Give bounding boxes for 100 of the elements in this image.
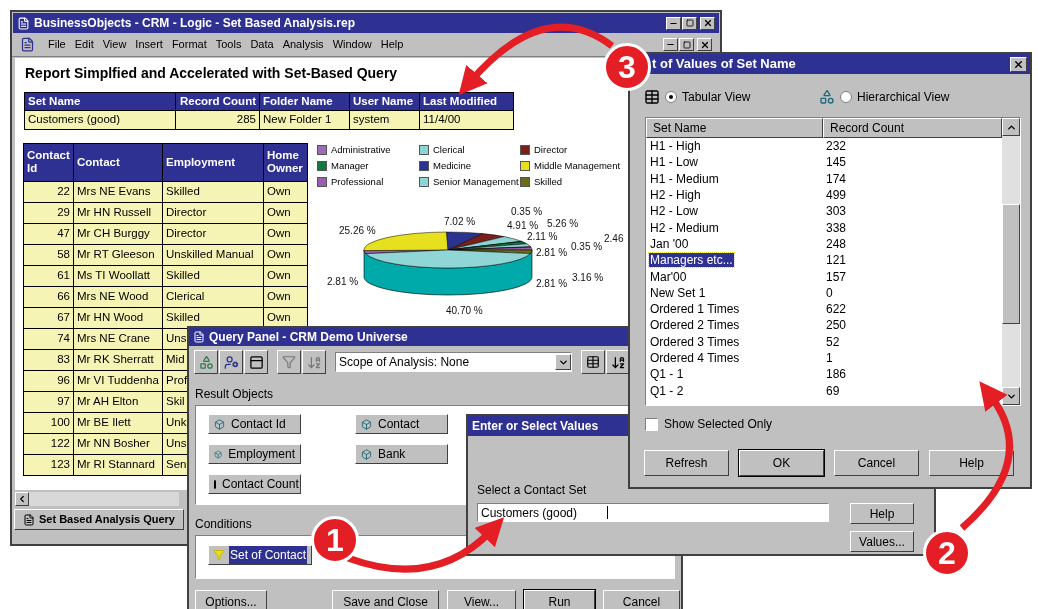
dialog-title: t of Values of Set Name (652, 55, 796, 74)
minimize-button[interactable] (666, 16, 681, 30)
close-button[interactable] (700, 16, 715, 30)
document-icon[interactable] (20, 37, 35, 52)
menu-item[interactable]: Analysis (282, 36, 324, 53)
list-row[interactable]: Mar'00 157 (646, 268, 1002, 285)
column-header: Record Count (175, 92, 260, 111)
result-object[interactable]: Employment (208, 444, 301, 464)
legend-label: Medicine (433, 158, 472, 173)
dialog-button[interactable]: Cancel (834, 450, 919, 476)
scroll-left-button[interactable] (15, 492, 29, 506)
list-row[interactable]: Ordered 3 Times 52 (646, 333, 1002, 350)
toolbar-button[interactable] (606, 350, 630, 374)
list-row[interactable]: H1 - High 232 (646, 138, 1002, 155)
toolbar-button[interactable] (277, 350, 301, 374)
toolbar-button[interactable] (244, 350, 268, 374)
percent-label: 2.81 % (536, 277, 568, 289)
table-cell: Director (166, 205, 207, 218)
dialog-button[interactable]: Options... (195, 590, 267, 609)
scroll-up-button[interactable] (1002, 118, 1020, 136)
column-header: Set Name (24, 92, 176, 111)
legend-label: Administrative (331, 142, 391, 157)
table-cell: Sen (166, 457, 187, 470)
app-icon (193, 331, 205, 343)
menu-item[interactable]: View (102, 36, 127, 53)
dialog-button[interactable]: View... (447, 590, 516, 609)
table-cell: 122 (50, 436, 70, 449)
column-header[interactable]: Set Name (646, 118, 823, 138)
result-object[interactable]: Contact Id (208, 414, 301, 434)
dialog-button[interactable]: Values... (850, 531, 914, 552)
list-row[interactable]: H2 - High 499 (646, 186, 1002, 204)
column-header[interactable]: Record Count (823, 118, 1002, 138)
checkbox-label[interactable]: Show Selected Only (664, 415, 773, 433)
close-button[interactable] (1010, 56, 1027, 72)
list-row[interactable]: H2 - Low 303 (646, 203, 1002, 220)
menu-item[interactable]: Insert (135, 36, 163, 53)
legend-label: Skilled (534, 174, 562, 189)
scope-dropdown[interactable]: Scope of Analysis: None (335, 352, 572, 372)
scroll-thumb[interactable] (1002, 204, 1020, 324)
menu-item[interactable]: Data (250, 36, 274, 53)
sort-icon (306, 354, 322, 370)
menu-item[interactable]: Help (380, 36, 404, 53)
table-cell: 74 (57, 331, 70, 344)
toolbar-button[interactable] (581, 350, 605, 374)
dialog-button[interactable]: Help (929, 450, 1014, 476)
list-row[interactable]: New Set 1 0 (646, 284, 1002, 301)
minimize-button[interactable] (663, 38, 678, 51)
list-row[interactable]: Ordered 4 Times 1 (646, 349, 1002, 367)
dialog-button[interactable]: Help (850, 503, 914, 524)
horizontal-scrollbar[interactable] (29, 492, 179, 506)
table-cell: Skilled (166, 268, 200, 281)
radio-label[interactable]: Hierarchical View (857, 88, 950, 106)
radio-button[interactable] (665, 91, 677, 103)
toolbar-button[interactable] (302, 350, 326, 374)
menu-item[interactable]: Format (171, 36, 207, 53)
dialog-button[interactable]: OK (739, 450, 824, 476)
condition[interactable]: Set of Contact (208, 545, 313, 565)
table-cell: Own (267, 268, 291, 281)
list-row[interactable]: H2 - Medium 338 (646, 219, 1002, 236)
list-row[interactable]: Q1 - 1 186 (646, 366, 1002, 383)
radio-button[interactable] (840, 91, 852, 103)
vertical-scrollbar[interactable] (1002, 118, 1020, 405)
list-row[interactable]: H1 - Low 145 (646, 154, 1002, 171)
list-row[interactable]: H1 - Medium 174 (646, 170, 1002, 187)
maximize-button[interactable] (679, 38, 694, 51)
toolbar-button[interactable] (194, 350, 218, 374)
menu-item[interactable]: Edit (74, 36, 94, 53)
toolbar-button[interactable] (219, 350, 243, 374)
percent-label: 0.35 % (571, 240, 603, 252)
checkbox[interactable] (645, 417, 658, 431)
table-cell: Mrs NE Crane (77, 331, 150, 344)
result-object[interactable]: Bank (355, 444, 448, 464)
percent-label: 25.26 % (339, 224, 376, 236)
result-object[interactable]: Contact Count (208, 474, 301, 494)
table-cell: Own (267, 289, 291, 302)
radio-label[interactable]: Tabular View (682, 88, 751, 106)
list-row[interactable]: Q1 - 2 69 (646, 382, 1002, 399)
list-row[interactable]: Managers etc... 121 (646, 252, 1002, 269)
table-cell: Own (267, 310, 291, 323)
result-object[interactable]: Contact (355, 414, 448, 434)
table-cell: 83 (57, 352, 70, 365)
table-cell: 100 (50, 415, 70, 428)
list-row[interactable]: Ordered 2 Times 250 (646, 317, 1002, 334)
sheet-tab[interactable]: Set Based Analysis Query (14, 509, 184, 530)
menu-item[interactable]: Window (332, 36, 372, 53)
dialog-title: Enter or Select Values (472, 418, 599, 435)
table-cell: Clerical (166, 289, 205, 302)
menu-item[interactable]: Tools (215, 36, 242, 53)
close-button[interactable] (697, 38, 712, 51)
maximize-button[interactable] (682, 16, 697, 30)
list-row[interactable]: Ordered 1 Times 622 (646, 300, 1002, 318)
dialog-button[interactable]: Run (524, 590, 595, 609)
legend-label: Manager (331, 158, 369, 173)
menu-item[interactable]: File (48, 36, 66, 53)
dialog-button[interactable]: Refresh (644, 450, 729, 476)
list-row[interactable]: Jan '00 248 (646, 235, 1002, 253)
dialog-button[interactable]: Save and Close (332, 590, 439, 609)
value-field[interactable]: Customers (good) (477, 503, 829, 522)
dialog-button[interactable]: Cancel (603, 590, 680, 609)
scroll-down-button[interactable] (1002, 387, 1020, 405)
